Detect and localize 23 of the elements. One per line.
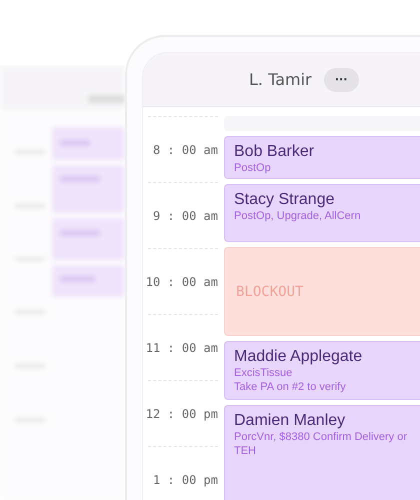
time-label: 11 : 00 am [146, 340, 218, 354]
time-label: 12 : 00 pm [146, 406, 218, 420]
appointment-card[interactable]: Damien Manley PorcVnr, $8380 Confirm Delivery or TEH [224, 405, 420, 500]
time-label: 8 : 00 am [152, 142, 218, 156]
appointment-card[interactable]: Bob Barker PostOp [224, 136, 420, 179]
more-button[interactable]: ··· [324, 68, 359, 92]
patient-name: Stacy Strange [234, 190, 334, 209]
provider-name: L. Tamir [249, 70, 312, 89]
time-label: 10 : 00 am [146, 274, 218, 288]
appointment-detail: PorcVnr, $8380 Confirm Delivery or [234, 430, 408, 444]
time-label: 9 : 00 am [152, 208, 218, 222]
appointment-card[interactable]: Maddie Applegate ExcisTissue Take PA on #2 to verify [224, 341, 420, 400]
appointment-detail: ExcisTissue [234, 366, 292, 380]
time-label: 1 : 00 pm [152, 472, 218, 486]
appointment-detail: PostOp [234, 161, 271, 175]
patient-name: Damien Manley [234, 411, 346, 430]
appointment-detail: TEH [234, 444, 256, 458]
patient-name: Maddie Applegate [234, 347, 362, 366]
appointment-detail: Take PA on #2 to verify [234, 380, 346, 394]
blockout-label: BLOCKOUT [236, 284, 304, 300]
appointment-card[interactable]: Stacy Strange PostOp, Upgrade, AllCern [224, 184, 420, 242]
patient-name: Bob Barker [234, 142, 314, 161]
appointment-detail: PostOp, Upgrade, AllCern [234, 209, 361, 223]
